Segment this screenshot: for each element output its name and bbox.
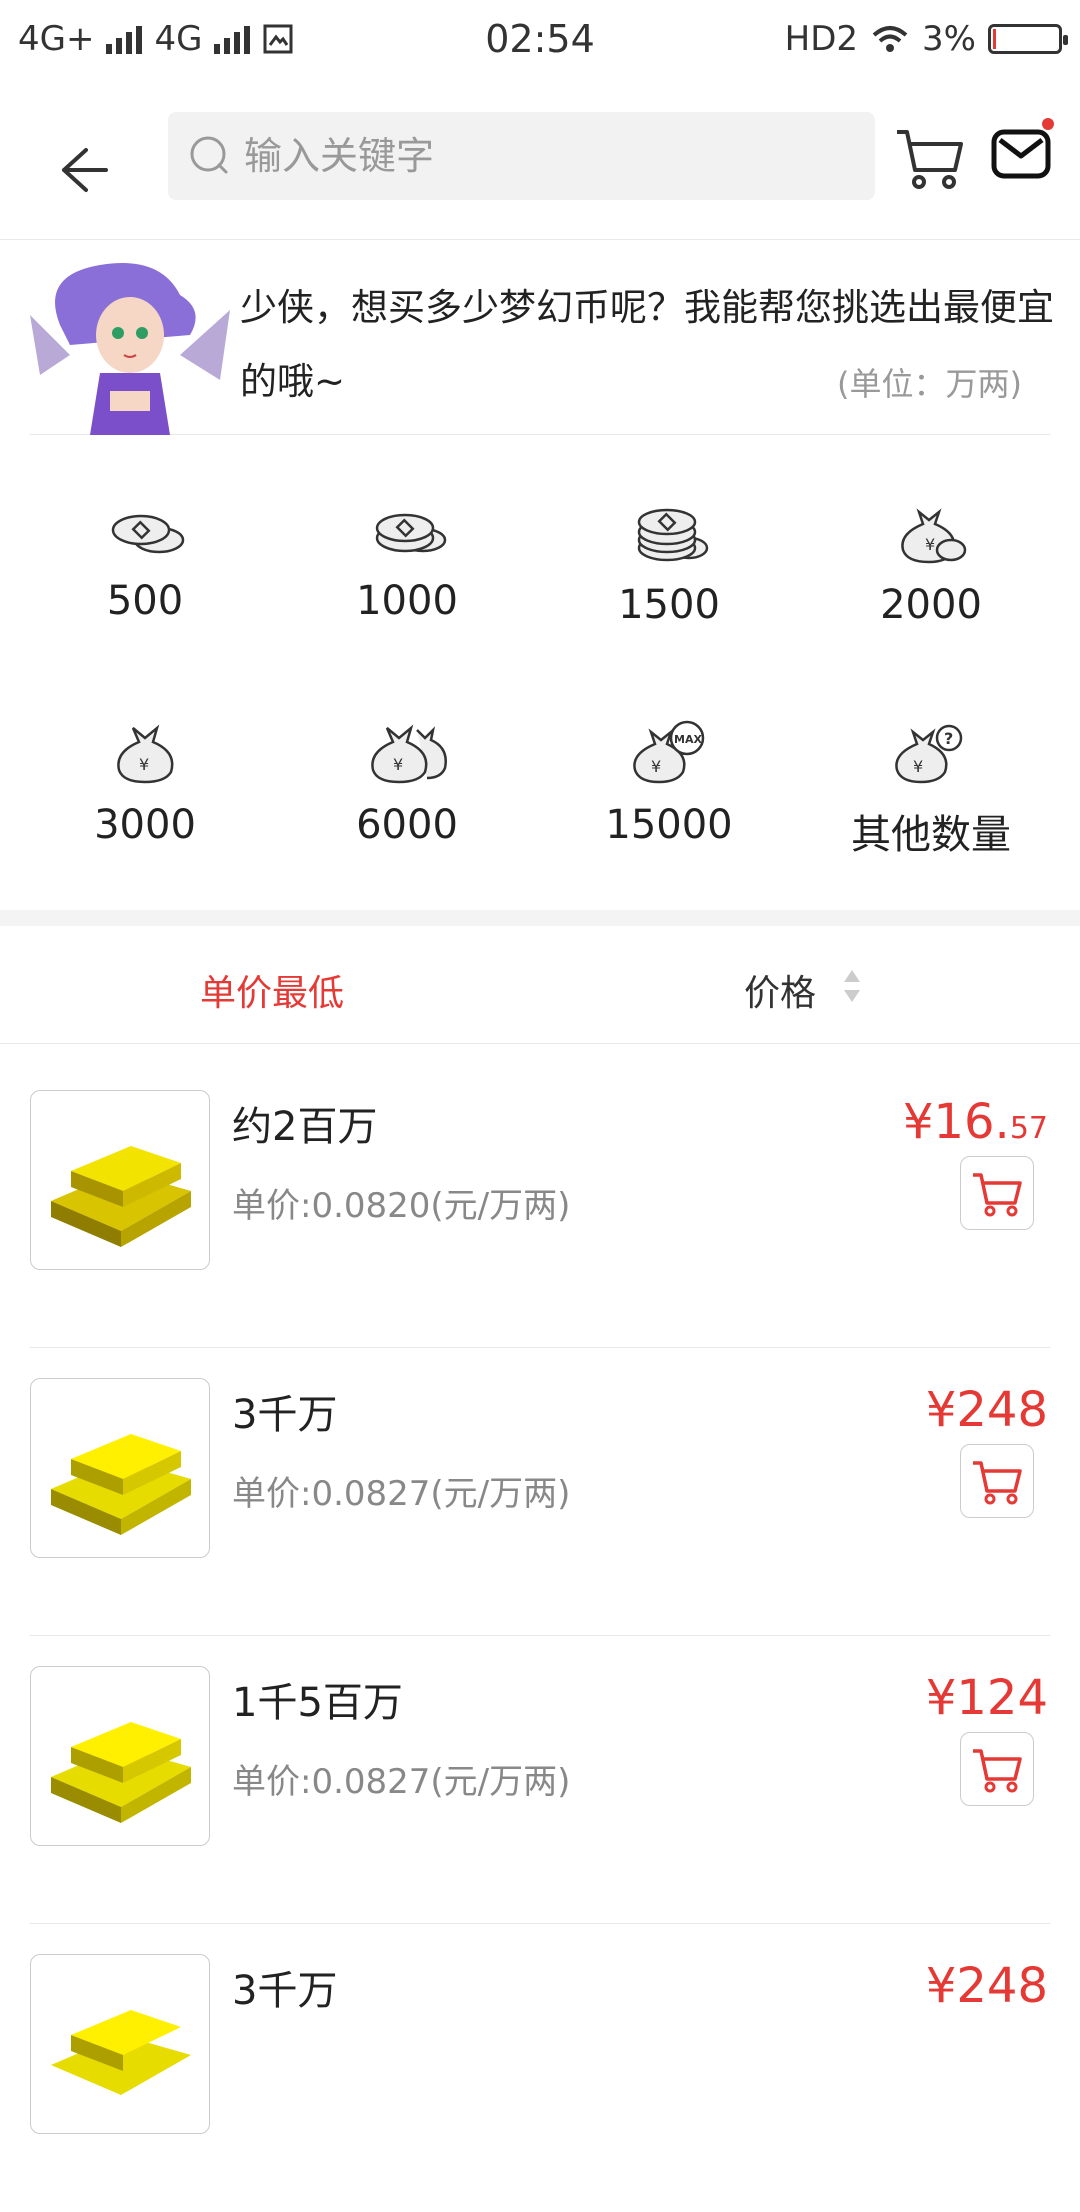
- amount-label: 其他数量: [851, 812, 1011, 858]
- listing-item[interactable]: 3千万 ¥248: [30, 1924, 1050, 2212]
- amount-option-other[interactable]: ¥? 其他数量: [796, 680, 1066, 880]
- mail-icon[interactable]: [990, 122, 1052, 184]
- listing-item[interactable]: 约2百万 单价:0.0820(元/万两) ¥16.57: [30, 1060, 1050, 1348]
- intro-banner: 少侠，想买多少梦幻币呢？我能帮您挑选出最便宜的哦~ (单位：万两): [30, 255, 1054, 435]
- amount-option-15000[interactable]: ¥ MAX 15000: [534, 680, 804, 880]
- add-to-cart-button[interactable]: [960, 1444, 1034, 1518]
- gold-bars-icon: [51, 2010, 191, 2095]
- unit-label: (单位：万两): [837, 365, 1022, 403]
- amount-label: 15000: [605, 802, 733, 848]
- shopping-cart-icon[interactable]: [893, 120, 967, 194]
- price-fraction: 57: [1009, 1111, 1048, 1146]
- money-bag-question-icon: ¥?: [895, 724, 963, 784]
- listing-price: ¥124: [926, 1670, 1048, 1726]
- listing-price: ¥16.57: [903, 1094, 1048, 1150]
- gold-bars-thumbnail: [30, 1666, 210, 1846]
- amount-label: 500: [106, 578, 184, 624]
- listing-price: ¥248: [926, 1382, 1048, 1438]
- listing-name: 3千万: [232, 1968, 338, 2014]
- amount-label: 6000: [356, 802, 458, 848]
- clock: 02:54: [485, 17, 595, 61]
- amount-label: 1500: [618, 582, 720, 628]
- mascot-avatar-icon: [30, 263, 230, 435]
- price-main: ¥248: [925, 1958, 1048, 2014]
- svg-text:¥: ¥: [651, 757, 661, 776]
- money-bags-icon: ¥: [371, 724, 447, 784]
- cart-icon: [973, 1173, 1022, 1217]
- listing-item[interactable]: 3千万 单价:0.0827(元/万两) ¥248: [30, 1348, 1050, 1636]
- gold-bars-thumbnail: [30, 1090, 210, 1270]
- search-icon: [190, 136, 228, 174]
- amount-grid: 500 1000 1500 ¥ 2000 ¥ 3000 ¥ 6000 ¥ MAX …: [0, 460, 1080, 885]
- listing-name: 3千万: [232, 1392, 338, 1438]
- listing-name: 约2百万: [232, 1104, 378, 1150]
- back-button[interactable]: [0, 100, 168, 240]
- price-main: ¥16.: [902, 1094, 1010, 1150]
- gold-bars-icon: [51, 1434, 191, 1535]
- coins-small-icon: [111, 514, 185, 554]
- sort-price-tab[interactable]: 价格: [744, 964, 816, 1016]
- section-divider: [0, 910, 1080, 926]
- gold-bars-icon: [51, 1722, 191, 1823]
- amount-option-1500[interactable]: 1500: [534, 460, 804, 660]
- svg-text:MAX: MAX: [674, 733, 702, 746]
- gold-bars-thumbnail: [30, 1378, 210, 1558]
- svg-text:¥: ¥: [393, 755, 403, 774]
- cart-icon: [973, 1461, 1022, 1505]
- amount-option-2000[interactable]: ¥ 2000: [796, 460, 1066, 660]
- add-to-cart-button[interactable]: [960, 1732, 1034, 1806]
- gold-bars-icon: [51, 1146, 191, 1247]
- listing-item[interactable]: 1千5百万 单价:0.0827(元/万两) ¥124: [30, 1636, 1050, 1924]
- amount-option-500[interactable]: 500: [10, 460, 280, 660]
- search-input[interactable]: [244, 134, 804, 178]
- price-main: ¥124: [925, 1670, 1048, 1726]
- coins-stack-icon: [375, 513, 447, 553]
- amount-option-3000[interactable]: ¥ 3000: [10, 680, 280, 880]
- amount-label: 1000: [356, 578, 458, 624]
- money-bag-icon: ¥: [117, 724, 174, 784]
- amount-option-6000[interactable]: ¥ 6000: [272, 680, 542, 880]
- sort-bar: 单价最低 价格: [0, 926, 1080, 1044]
- svg-text:¥: ¥: [925, 535, 935, 554]
- listing-unit-price: 单价:0.0827(元/万两): [232, 1762, 571, 1802]
- svg-text:?: ?: [944, 729, 953, 748]
- listing-price: ¥248: [926, 1958, 1048, 2014]
- sort-arrows-icon[interactable]: [842, 964, 862, 1008]
- listing-unit-price: 单价:0.0827(元/万两): [232, 1474, 571, 1514]
- status-bar: 4G+ 4G 02:54 HD2 3%: [0, 0, 1080, 78]
- price-main: ¥248: [925, 1382, 1048, 1438]
- svg-text:¥: ¥: [913, 757, 923, 776]
- back-arrow-icon: [62, 147, 108, 192]
- coins-tall-stack-icon: [637, 508, 709, 562]
- notification-dot: [1042, 118, 1054, 130]
- top-bar: [0, 100, 1080, 240]
- amount-option-1000[interactable]: 1000: [272, 460, 542, 660]
- sort-lowest-unit-price-tab[interactable]: 单价最低: [200, 964, 344, 1016]
- money-bag-icon: ¥: [901, 508, 967, 564]
- search-box[interactable]: [168, 112, 875, 200]
- battery-icon: [988, 24, 1068, 54]
- cart-icon: [973, 1749, 1022, 1793]
- svg-text:¥: ¥: [139, 755, 149, 774]
- amount-label: 3000: [94, 802, 196, 848]
- gold-bars-thumbnail: [30, 1954, 210, 2134]
- listing-unit-price: 单价:0.0820(元/万两): [232, 1186, 571, 1226]
- listing-name: 1千5百万: [232, 1680, 403, 1726]
- amount-label: 2000: [880, 582, 982, 628]
- money-bag-max-icon: ¥ MAX: [633, 720, 705, 784]
- add-to-cart-button[interactable]: [960, 1156, 1034, 1230]
